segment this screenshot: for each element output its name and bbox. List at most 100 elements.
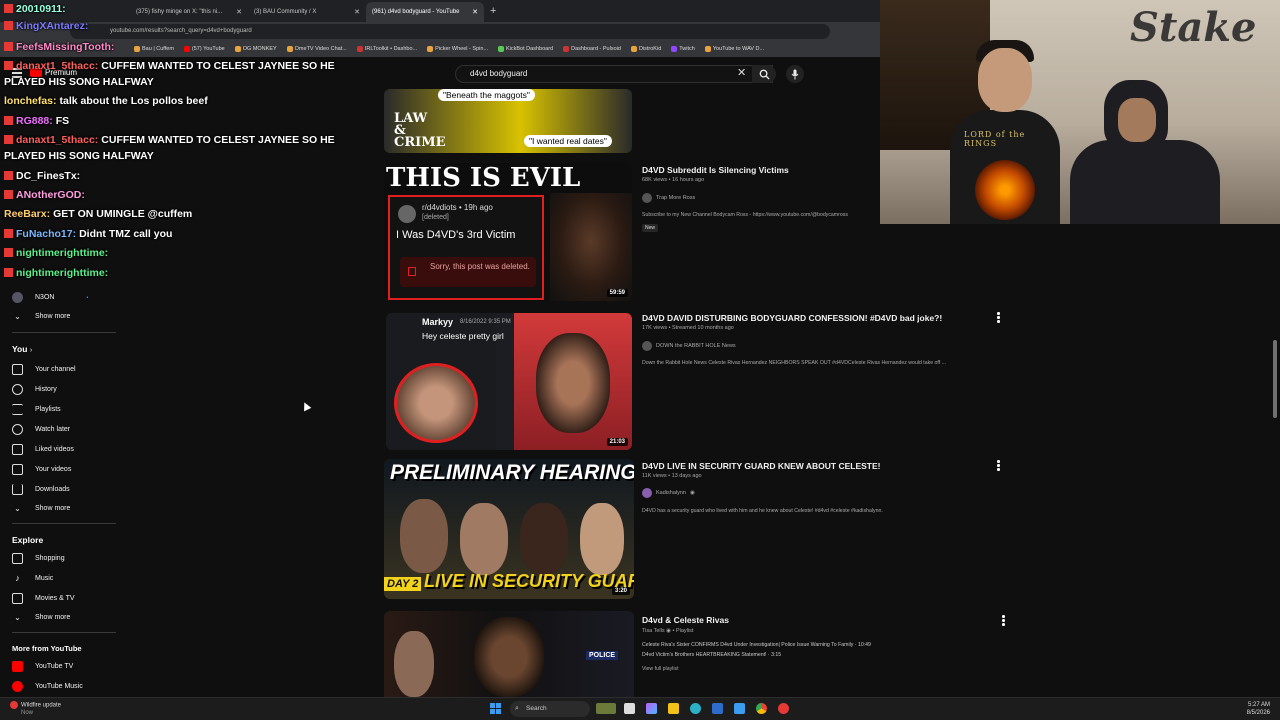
clear-search-icon[interactable]: ✕: [737, 66, 746, 79]
new-tab-button[interactable]: +: [490, 5, 496, 17]
shirt-graphic: [975, 160, 1035, 220]
thumbnail-tag: POLICE: [586, 651, 619, 660]
sidebar-item-music[interactable]: ♪ Music: [12, 573, 53, 583]
search-input[interactable]: d4vd bodyguard: [455, 65, 773, 83]
chat-message: 20010911:: [4, 2, 69, 17]
history-icon: [12, 384, 23, 395]
video-title[interactable]: D4VD Subreddit Is Silencing Victims: [642, 165, 789, 175]
bookmark[interactable]: Picker Wheel - Spin...: [427, 46, 488, 52]
video-thumbnail[interactable]: THIS IS EVIL r/d4vdiots • 19h ago [delet…: [384, 163, 632, 301]
channel-link[interactable]: Trap More Ross: [642, 193, 695, 203]
channel-link[interactable]: Tisa Tells: [642, 628, 665, 634]
app-icon[interactable]: [778, 703, 789, 714]
file-explorer-icon[interactable]: [668, 703, 679, 714]
sidebar-item-youtube-tv[interactable]: YouTube TV: [12, 661, 73, 672]
system-clock[interactable]: 5:27 AM 8/5/2026: [1247, 701, 1270, 717]
search-button[interactable]: [752, 65, 776, 83]
circled-face: [394, 363, 478, 443]
sidebar-item-playlists[interactable]: Playlists: [12, 404, 61, 415]
page-scrollbar[interactable]: [1273, 340, 1277, 418]
more-from-youtube-heading: More from YouTube: [12, 644, 82, 653]
edge-icon[interactable]: [690, 703, 701, 714]
thumbnail-caption: "Beneath the maggots": [438, 89, 535, 101]
verified-icon: ◉: [689, 490, 695, 496]
youtube-music-icon: [12, 681, 23, 692]
sidebar-item-history[interactable]: History: [12, 384, 57, 395]
mouse-cursor-icon: [300, 400, 312, 412]
sidebar-item-your-channel[interactable]: Your channel: [12, 364, 76, 375]
badge-icon: [4, 61, 13, 70]
tab-bau-community[interactable]: (3) BAU Community / X ✕: [248, 2, 366, 22]
mail-icon[interactable]: [734, 703, 745, 714]
sidebar-item-downloads[interactable]: Downloads: [12, 484, 70, 495]
bookmark[interactable]: Bau | Cuffem: [134, 46, 174, 52]
close-icon[interactable]: ✕: [472, 8, 478, 16]
sidebar-item-shopping[interactable]: Shopping: [12, 553, 65, 564]
weather-notification[interactable]: Wildfire update Now: [10, 701, 61, 717]
bookmark[interactable]: Twitch: [671, 46, 695, 52]
channel-icon: [12, 364, 23, 375]
chat-message: FuNacho17: Didnt TMZ call you: [4, 227, 172, 242]
sidebar-show-more[interactable]: ⌄ Show more: [12, 504, 70, 513]
playlist-thumbnail[interactable]: POLICE: [384, 611, 634, 697]
tab-youtube-active[interactable]: (961) d4vd bodyguard - YouTube ✕: [366, 2, 484, 22]
more-options-icon[interactable]: [997, 460, 1000, 472]
sidebar-item-movies-tv[interactable]: Movies & TV: [12, 593, 75, 604]
more-options-icon[interactable]: [1002, 615, 1005, 627]
sidebar-item-liked-videos[interactable]: Liked videos: [12, 444, 74, 455]
sidebar-item-youtube-music[interactable]: YouTube Music: [12, 681, 83, 692]
bookmark[interactable]: IRLToolkit • Dashbo...: [356, 46, 417, 52]
video-thumbnail[interactable]: "Beneath the maggots" LAW & CRIME "I wan…: [384, 89, 632, 153]
sidebar-show-more[interactable]: ⌄ Show more: [12, 312, 70, 321]
avatar: [398, 205, 416, 223]
avatar-icon: [12, 292, 23, 303]
video-description: D4VD has a security guard who lived with…: [642, 508, 883, 514]
url-field[interactable]: youtube.com/results?search_query=d4vd+bo…: [70, 24, 830, 39]
playlist-item[interactable]: D4vd Victim's Brothers HEARTBREAKING Sta…: [642, 652, 781, 658]
bookmark[interactable]: Dashboard - Pulsoid: [563, 46, 621, 52]
chat-message: DC_FinesTx:: [4, 169, 83, 184]
video-title[interactable]: D4VD LIVE IN SECURITY GUARD KNEW ABOUT C…: [642, 461, 881, 471]
playlist-item[interactable]: Celeste Riva's Sister CONFIRMS D4vd Unde…: [642, 642, 871, 648]
sidebar-show-more[interactable]: ⌄ Show more: [12, 613, 70, 622]
chat-screenshot: Markyy 8/16/2022 9:35 PM Hey celeste pre…: [386, 313, 511, 450]
sidebar-item-watch-later[interactable]: Watch later: [12, 424, 70, 435]
bookmark[interactable]: OmeTV Video Chat...: [286, 46, 347, 52]
voice-search-button[interactable]: [786, 65, 804, 83]
close-icon[interactable]: ✕: [236, 8, 242, 16]
windows-start-icon[interactable]: [490, 703, 501, 714]
bookmark[interactable]: YouTube to WAV D...: [704, 46, 764, 52]
bookmark[interactable]: OG MONKEY: [234, 46, 277, 52]
chrome-icon[interactable]: [756, 703, 767, 714]
bookmark[interactable]: KickBot Dashboard: [498, 46, 553, 52]
video-thumbnail[interactable]: Markyy 8/16/2022 9:35 PM Hey celeste pre…: [386, 313, 632, 450]
copilot-icon[interactable]: [646, 703, 657, 714]
you-heading[interactable]: You ›: [12, 344, 32, 354]
channel-avatar: [642, 193, 652, 203]
thumbnail-day-label: DAY 2: [384, 577, 422, 591]
task-view-icon[interactable]: [624, 703, 635, 714]
badge-icon: [4, 135, 13, 144]
youtube-tv-icon: [12, 661, 23, 672]
close-icon[interactable]: ✕: [354, 8, 360, 16]
divider: [12, 332, 116, 333]
channel-link[interactable]: DOWN the RABBIT HOLE News: [642, 341, 736, 351]
taskbar-search[interactable]: ⌕ Search: [510, 701, 590, 717]
channel-link[interactable]: Kadishalynn ◉: [642, 488, 695, 498]
playlist-title[interactable]: D4vd & Celeste Rivas: [642, 615, 729, 625]
bookmark[interactable]: (57) YouTube: [183, 46, 225, 52]
shirt-text: LORD of the RINGS: [964, 130, 1026, 148]
trash-icon: [408, 267, 416, 276]
post-author: [deleted]: [422, 214, 449, 221]
store-icon[interactable]: [712, 703, 723, 714]
video-thumbnail[interactable]: PRELIMINARY HEARING DAY 2 LIVE IN SECURI…: [384, 459, 634, 599]
view-full-playlist-link[interactable]: View full playlist: [642, 666, 679, 672]
video-title[interactable]: D4VD DAVID DISTURBING BODYGUARD CONFESSI…: [642, 313, 942, 323]
widgets-icon[interactable]: [596, 703, 616, 714]
sidebar-item-your-videos[interactable]: Your videos: [12, 464, 71, 475]
sidebar-item-n3on[interactable]: N3ON •: [12, 292, 88, 303]
tab-x-post[interactable]: (375) fishy minge on X: "this ni... ✕: [130, 2, 248, 22]
bookmark[interactable]: DistroKid: [630, 46, 661, 52]
video-description: Subscribe to my New Channel Bodycam Ross…: [642, 212, 848, 218]
more-options-icon[interactable]: [997, 312, 1000, 324]
